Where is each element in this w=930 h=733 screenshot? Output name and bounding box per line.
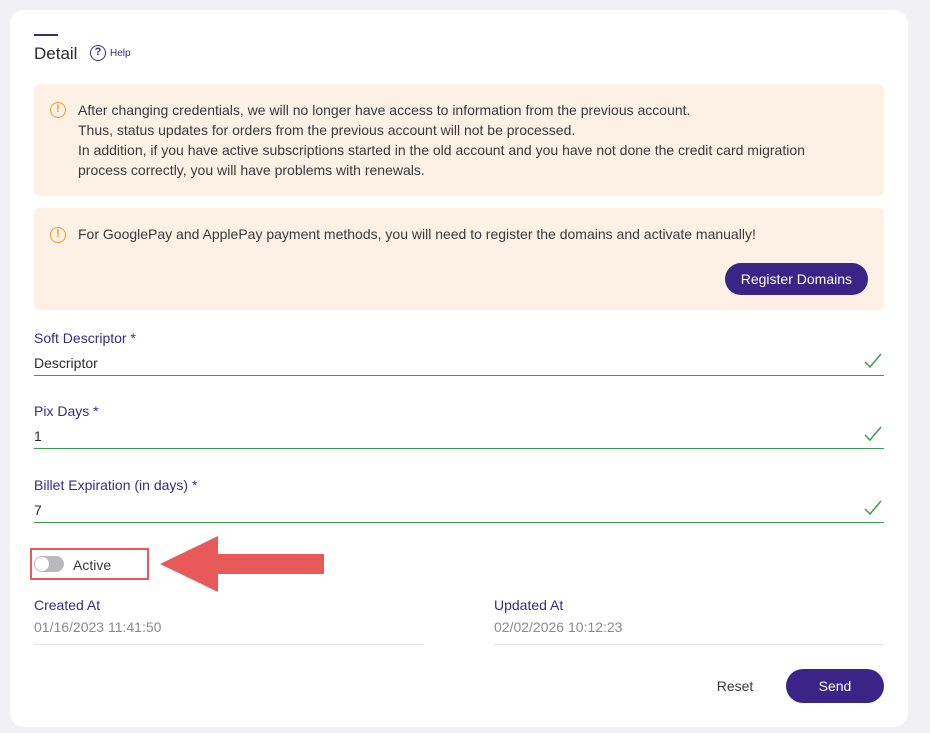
updated-at-value: 02/02/2026 10:12:23: [494, 619, 623, 635]
alert-line: After changing credentials, we will no l…: [78, 102, 691, 118]
alert-line: process correctly, you will have problem…: [78, 162, 425, 178]
warning-icon: !: [50, 227, 66, 243]
alert-line: For GooglePay and ApplePay payment metho…: [78, 226, 756, 242]
created-at-value: 01/16/2023 11:41:50: [34, 619, 162, 635]
help-label: Help: [110, 47, 131, 59]
alert-line: In addition, if you have active subscrip…: [78, 142, 805, 158]
active-toggle[interactable]: [34, 556, 64, 572]
register-domains-button[interactable]: Register Domains: [724, 263, 868, 295]
check-icon: [864, 353, 882, 369]
created-at-field: Created At 01/16/2023 11:41:50: [34, 597, 424, 645]
warning-icon: !: [50, 102, 66, 118]
updated-at-field: Updated At 02/02/2026 10:12:23: [494, 597, 884, 645]
reset-button[interactable]: Reset: [700, 670, 770, 702]
updated-at-label: Updated At: [494, 597, 564, 613]
field-value[interactable]: Descriptor: [34, 355, 98, 371]
alert-line: Thus, status updates for orders from the…: [78, 122, 576, 138]
help-link[interactable]: ? Help: [90, 45, 131, 61]
active-toggle-label: Active: [73, 557, 112, 573]
toggle-knob: [35, 557, 49, 571]
check-icon: [864, 500, 882, 516]
help-icon: ?: [90, 45, 106, 61]
pix-days-field[interactable]: Pix Days * 1: [34, 403, 884, 449]
title-accent: [34, 34, 58, 36]
field-value[interactable]: 1: [34, 428, 42, 444]
domains-warning-alert: ! For GooglePay and ApplePay payment met…: [34, 208, 884, 310]
credentials-warning-alert: ! After changing credentials, we will no…: [34, 84, 884, 196]
soft-descriptor-field[interactable]: Soft Descriptor * Descriptor: [34, 330, 884, 376]
send-button[interactable]: Send: [786, 669, 884, 703]
check-icon: [864, 426, 882, 442]
annotation-arrow-icon: [160, 536, 324, 592]
page-title: Detail: [34, 44, 78, 63]
field-label: Soft Descriptor *: [34, 330, 136, 346]
field-value[interactable]: 7: [34, 502, 42, 518]
field-label: Billet Expiration (in days) *: [34, 477, 198, 493]
billet-expiration-field[interactable]: Billet Expiration (in days) * 7: [34, 477, 884, 523]
created-at-label: Created At: [34, 597, 101, 613]
field-label: Pix Days *: [34, 403, 99, 419]
alert-message: After changing credentials, we will no l…: [78, 100, 878, 180]
alert-message: For GooglePay and ApplePay payment metho…: [78, 224, 878, 244]
